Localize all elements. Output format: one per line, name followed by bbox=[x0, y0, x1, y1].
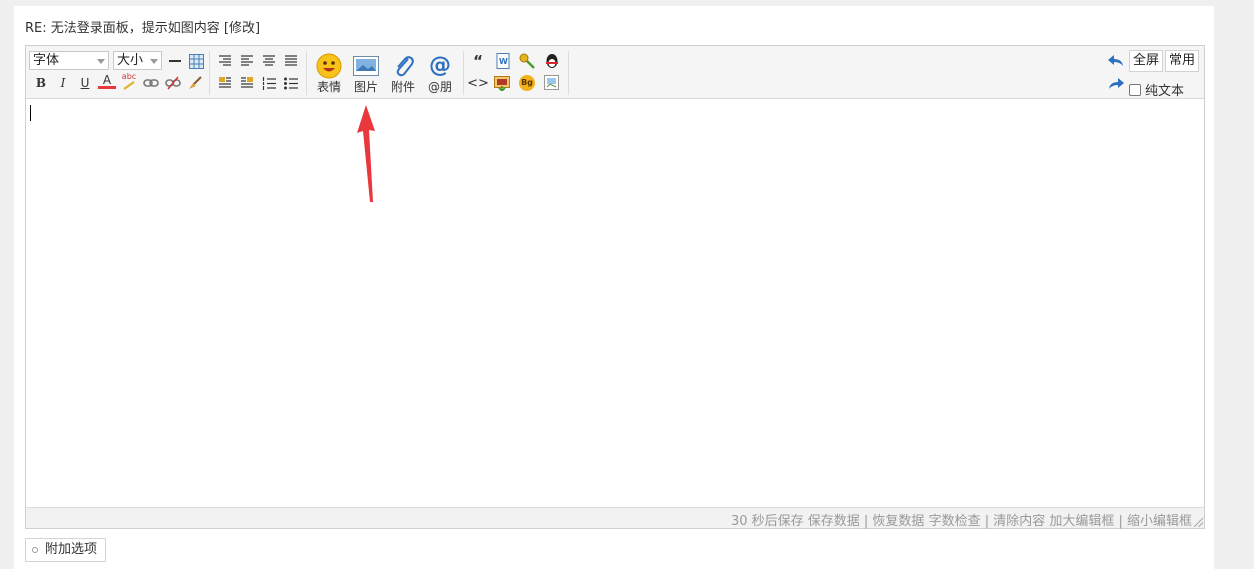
qq-penguin-icon bbox=[546, 54, 558, 68]
size-select-label: 大小 bbox=[117, 53, 144, 68]
chevron-down-icon bbox=[97, 59, 105, 64]
word-paste-button[interactable]: W bbox=[493, 52, 511, 70]
unlink-icon bbox=[165, 76, 181, 90]
plaintext-checkbox[interactable] bbox=[1129, 83, 1141, 96]
unordered-list-button[interactable] bbox=[282, 74, 300, 92]
attachment-label: 附件 bbox=[390, 80, 415, 94]
spellcheck-button[interactable]: abc bbox=[120, 72, 138, 90]
mention-label: @朋 bbox=[427, 80, 452, 94]
font-select[interactable]: 字体 bbox=[29, 51, 109, 70]
align-justify-button[interactable] bbox=[282, 52, 300, 70]
quote-button[interactable]: “ bbox=[469, 52, 487, 70]
undo-icon bbox=[1108, 55, 1123, 66]
text-caret bbox=[30, 105, 31, 121]
float-right-icon bbox=[241, 77, 253, 88]
font-select-label: 字体 bbox=[33, 53, 60, 68]
float-left-icon bbox=[219, 77, 231, 88]
svg-text:W: W bbox=[499, 57, 508, 66]
toolbar-divider bbox=[209, 51, 210, 95]
table-icon bbox=[188, 53, 204, 69]
mention-button[interactable]: @ @朋 bbox=[423, 52, 457, 96]
align-center-button[interactable] bbox=[260, 52, 278, 70]
additional-options-label: 附加选项 bbox=[45, 542, 98, 557]
float-right-button[interactable] bbox=[238, 74, 256, 92]
image-button[interactable]: 图片 bbox=[349, 52, 383, 96]
editor-toolbar: 字体 大小 B I U A abc 表情 图片 附件 @ @朋 “ W <> B… bbox=[26, 46, 1204, 99]
unlink-button[interactable] bbox=[164, 74, 182, 92]
undo-button[interactable] bbox=[1107, 52, 1125, 70]
toolbar-divider bbox=[463, 51, 464, 95]
reply-title: RE: 无法登录面板，提示如图内容 [修改] bbox=[25, 21, 261, 36]
bg-badge: Bg bbox=[519, 75, 535, 91]
resize-grip-icon[interactable] bbox=[1194, 518, 1203, 527]
code-button[interactable]: <> bbox=[467, 74, 489, 92]
brush-icon bbox=[189, 76, 202, 89]
horizontal-rule-icon bbox=[169, 60, 181, 62]
annotation-arrow-icon bbox=[357, 105, 375, 202]
table-button[interactable] bbox=[187, 52, 205, 70]
hide-content-button[interactable] bbox=[518, 52, 536, 70]
broken-image-button[interactable] bbox=[543, 74, 561, 92]
key-icon bbox=[519, 53, 535, 69]
chevron-down-icon bbox=[150, 59, 158, 64]
align-left-icon bbox=[241, 55, 253, 66]
spellcheck-label: abc bbox=[121, 71, 137, 81]
additional-options-button[interactable]: 附加选项 bbox=[25, 538, 107, 562]
align-justify-icon bbox=[285, 55, 297, 66]
plaintext-toggle[interactable]: 纯文本 bbox=[1129, 80, 1184, 99]
align-right-icon bbox=[219, 55, 231, 66]
smiley-icon bbox=[316, 53, 342, 79]
background-button[interactable]: Bg bbox=[518, 74, 536, 92]
ordered-list-button[interactable] bbox=[260, 74, 278, 92]
link-icon bbox=[143, 79, 159, 87]
font-color-button[interactable]: A bbox=[98, 73, 116, 89]
broken-image-icon bbox=[544, 75, 559, 90]
rich-text-editor: 字体 大小 B I U A abc 表情 图片 附件 @ @朋 “ W <> B… bbox=[25, 45, 1205, 529]
bullet-icon bbox=[32, 547, 38, 553]
image-label: 图片 bbox=[353, 80, 378, 94]
wand-icon bbox=[123, 80, 135, 90]
editor-text-area[interactable] bbox=[26, 100, 1204, 508]
image-icon bbox=[353, 56, 379, 76]
toolbar-divider bbox=[306, 51, 307, 95]
size-select[interactable]: 大小 bbox=[113, 51, 162, 70]
plaintext-label: 纯文本 bbox=[1145, 84, 1185, 99]
align-center-icon bbox=[263, 55, 275, 66]
at-icon: @ bbox=[429, 53, 451, 78]
align-right-button[interactable] bbox=[216, 52, 234, 70]
common-button[interactable]: 常用 bbox=[1165, 50, 1200, 72]
italic-button[interactable]: I bbox=[54, 74, 72, 92]
status-text: 30 秒后保存 保存数据 | 恢复数据 字数检查 | 清除内容 加大编辑框 | … bbox=[730, 514, 1192, 529]
toolbar-divider bbox=[568, 51, 569, 95]
bold-button[interactable]: B bbox=[32, 74, 50, 92]
ordered-list-icon bbox=[262, 76, 276, 90]
emoji-label: 表情 bbox=[316, 80, 341, 94]
paperclip-icon bbox=[396, 56, 414, 77]
media-button[interactable] bbox=[493, 74, 511, 92]
clear-format-button[interactable] bbox=[186, 74, 204, 92]
editor-status-bar: 30 秒后保存 保存数据 | 恢复数据 字数检查 | 清除内容 加大编辑框 | … bbox=[26, 507, 1204, 529]
attachment-button[interactable]: 附件 bbox=[386, 52, 420, 96]
horizontal-rule-button[interactable] bbox=[166, 52, 184, 70]
redo-button[interactable] bbox=[1107, 75, 1125, 93]
link-button[interactable] bbox=[142, 74, 160, 92]
float-left-button[interactable] bbox=[216, 74, 234, 92]
fullscreen-button[interactable]: 全屏 bbox=[1129, 50, 1164, 72]
document-icon: W bbox=[496, 53, 509, 69]
qq-button[interactable] bbox=[543, 52, 561, 70]
underline-button[interactable]: U bbox=[76, 74, 94, 92]
media-icon bbox=[494, 75, 510, 91]
redo-icon bbox=[1109, 78, 1124, 89]
unordered-list-icon bbox=[284, 77, 298, 89]
emoji-button[interactable]: 表情 bbox=[312, 52, 346, 96]
align-left-button[interactable] bbox=[238, 52, 256, 70]
